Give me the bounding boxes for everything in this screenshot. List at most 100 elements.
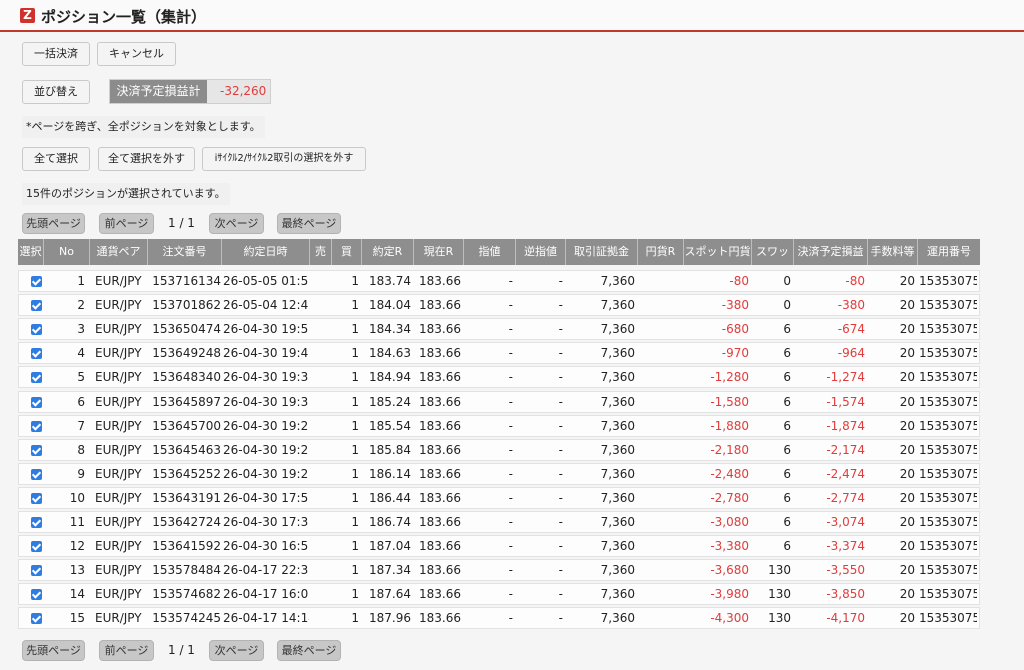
row-checkbox[interactable]	[31, 468, 42, 480]
row-checkbox[interactable]	[31, 589, 42, 601]
cell-swap: 130	[768, 611, 791, 626]
cell-stop: -	[558, 394, 563, 409]
cell-current: 183.66	[419, 346, 461, 361]
prev-page-button[interactable]: 前ページ	[99, 213, 154, 234]
cell-limit: -	[508, 322, 513, 337]
table-row[interactable]: 4 EUR/JPY 153649248 26-04-30 19:43 1 184.63 18…	[18, 342, 980, 365]
cell-order: 153641592	[152, 539, 221, 554]
last-page-button-bottom[interactable]: 最終ページ	[277, 640, 341, 661]
cell-buy: 1	[351, 587, 359, 602]
cell-date: 26-04-17 22:35	[223, 563, 309, 578]
cell-fee: 20	[899, 563, 915, 578]
cell-date: 26-05-04 12:45	[223, 298, 309, 313]
cell-fee: 20	[899, 298, 915, 313]
cell-jpy-rate	[639, 464, 681, 484]
cell-buy: 1	[351, 539, 359, 554]
cell-date: 26-04-30 19:50	[223, 322, 309, 337]
table-row[interactable]: 5 EUR/JPY 153648340 26-04-30 19:37 1 184.94 18…	[18, 366, 980, 389]
col-current: 現在R	[414, 239, 464, 265]
row-checkbox[interactable]	[31, 324, 42, 336]
table-row[interactable]: 8 EUR/JPY 153645463 26-04-30 19:29 1 185.84 18…	[18, 438, 980, 461]
row-checkbox[interactable]	[31, 613, 42, 625]
cell-rate: 184.34	[369, 322, 411, 337]
cell-limit: -	[508, 370, 513, 385]
cell-pair: EUR/JPY	[95, 298, 142, 313]
cell-pnl: -2,174	[826, 442, 865, 457]
table-row[interactable]: 14 EUR/JPY 153574682 26-04-17 16:09 1 187.64 1…	[18, 583, 980, 606]
row-checkbox[interactable]	[31, 541, 42, 553]
cell-current: 183.66	[419, 587, 461, 602]
first-page-button[interactable]: 先頭ページ	[22, 213, 85, 234]
cell-no: 1	[77, 274, 85, 288]
cell-stop: -	[558, 563, 563, 578]
cell-order: 153645897	[152, 394, 221, 409]
cell-spot: -2,780	[710, 490, 749, 505]
row-checkbox[interactable]	[31, 300, 42, 312]
cell-fee: 20	[899, 346, 915, 361]
row-checkbox[interactable]	[31, 492, 42, 504]
cell-no: 10	[69, 490, 85, 505]
row-checkbox[interactable]	[31, 420, 42, 432]
cell-fee: 20	[899, 611, 915, 626]
table-row[interactable]: 12 EUR/JPY 153641592 26-04-30 16:57 1 187.04 1…	[18, 535, 980, 558]
deselect-all-button[interactable]: 全て選択を外す	[98, 147, 195, 171]
select-all-button[interactable]: 全て選択	[22, 147, 90, 171]
row-checkbox[interactable]	[31, 372, 42, 384]
cell-buy: 1	[351, 394, 359, 409]
cell-buy: 1	[351, 418, 359, 433]
col-stop: 逆指値	[516, 239, 566, 265]
table-row[interactable]: 11 EUR/JPY 153642724 26-04-30 17:38 1 186.74 1…	[18, 511, 980, 533]
first-page-button-bottom[interactable]: 先頭ページ	[22, 640, 85, 661]
cell-fee: 20	[899, 515, 915, 529]
row-checkbox[interactable]	[31, 517, 42, 528]
cell-sell	[311, 392, 331, 412]
cell-sell	[311, 271, 331, 291]
table-row[interactable]: 3 EUR/JPY 153650474 26-04-30 19:50 1 184.34 18…	[18, 318, 980, 341]
cell-jpy-rate	[639, 488, 681, 508]
cell-stop: -	[558, 611, 563, 626]
next-page-button-bottom[interactable]: 次ページ	[209, 640, 264, 661]
table-row[interactable]: 1 EUR/JPY 153716134 26-05-05 01:56 1 183.74 18…	[18, 270, 980, 292]
deselect-cycle-button[interactable]: iｻｲｸﾙ2/ｻｲｸﾙ2取引の選択を外す	[202, 147, 366, 171]
cell-stop: -	[558, 515, 563, 529]
cell-sell	[311, 367, 331, 387]
cell-date: 26-04-30 19:29	[223, 442, 309, 457]
row-checkbox[interactable]	[31, 348, 42, 360]
cell-jpy-rate	[639, 560, 681, 580]
table-row[interactable]: 6 EUR/JPY 153645897 26-04-30 19:30 1 185.24 18…	[18, 390, 980, 413]
row-checkbox[interactable]	[31, 444, 42, 456]
cell-pair: EUR/JPY	[95, 346, 142, 361]
prev-page-button-bottom[interactable]: 前ページ	[99, 640, 154, 661]
sort-button[interactable]: 並び替え	[22, 80, 90, 104]
col-fee: 手数料等	[868, 239, 918, 265]
cell-no: 14	[69, 587, 85, 602]
cell-sell	[311, 608, 331, 628]
cell-date: 26-04-30 17:53	[223, 490, 309, 505]
table-row[interactable]: 2 EUR/JPY 153701862 26-05-04 12:45 1 184.04 18…	[18, 294, 980, 317]
table-header: 選択 No 通貨ペア 注文番号 約定日時 売 買 約定R 現在R 指値 逆指値 …	[18, 239, 980, 284]
cancel-button[interactable]: キャンセル	[97, 42, 176, 66]
row-checkbox[interactable]	[31, 276, 42, 287]
cell-fee: 20	[899, 539, 915, 554]
cell-fee: 20	[899, 274, 915, 288]
table-row[interactable]: 15 EUR/JPY 153574245 26-04-17 14:14 1 187.96 1…	[18, 607, 980, 630]
table-row[interactable]: 10 EUR/JPY 153643191 26-04-30 17:53 1 186.44 1…	[18, 486, 980, 509]
table-row[interactable]: 13 EUR/JPY 153578484 26-04-17 22:35 1 187.34 1…	[18, 559, 980, 582]
table-row[interactable]: 7 EUR/JPY 153645700 26-04-30 19:29 1 185.54 18…	[18, 414, 980, 437]
next-page-button[interactable]: 次ページ	[209, 213, 264, 234]
row-checkbox[interactable]	[31, 396, 42, 408]
cell-op: 153530756	[919, 274, 977, 288]
row-checkbox[interactable]	[31, 565, 42, 577]
table-row[interactable]: 9 EUR/JPY 153645252 26-04-30 19:26 1 186.14 18…	[18, 462, 980, 485]
cell-rate: 187.34	[369, 563, 411, 578]
cell-order: 153649248	[152, 346, 221, 361]
cell-op: 153530756	[919, 322, 977, 337]
cell-swap: 6	[783, 346, 791, 361]
bulk-settle-button[interactable]: 一括決済	[22, 42, 90, 66]
last-page-button[interactable]: 最終ページ	[277, 213, 341, 234]
cell-swap: 0	[783, 298, 791, 313]
cell-rate: 187.64	[369, 587, 411, 602]
cell-fee: 20	[899, 418, 915, 433]
cell-order: 153642724	[152, 515, 221, 529]
cell-swap: 6	[783, 490, 791, 505]
